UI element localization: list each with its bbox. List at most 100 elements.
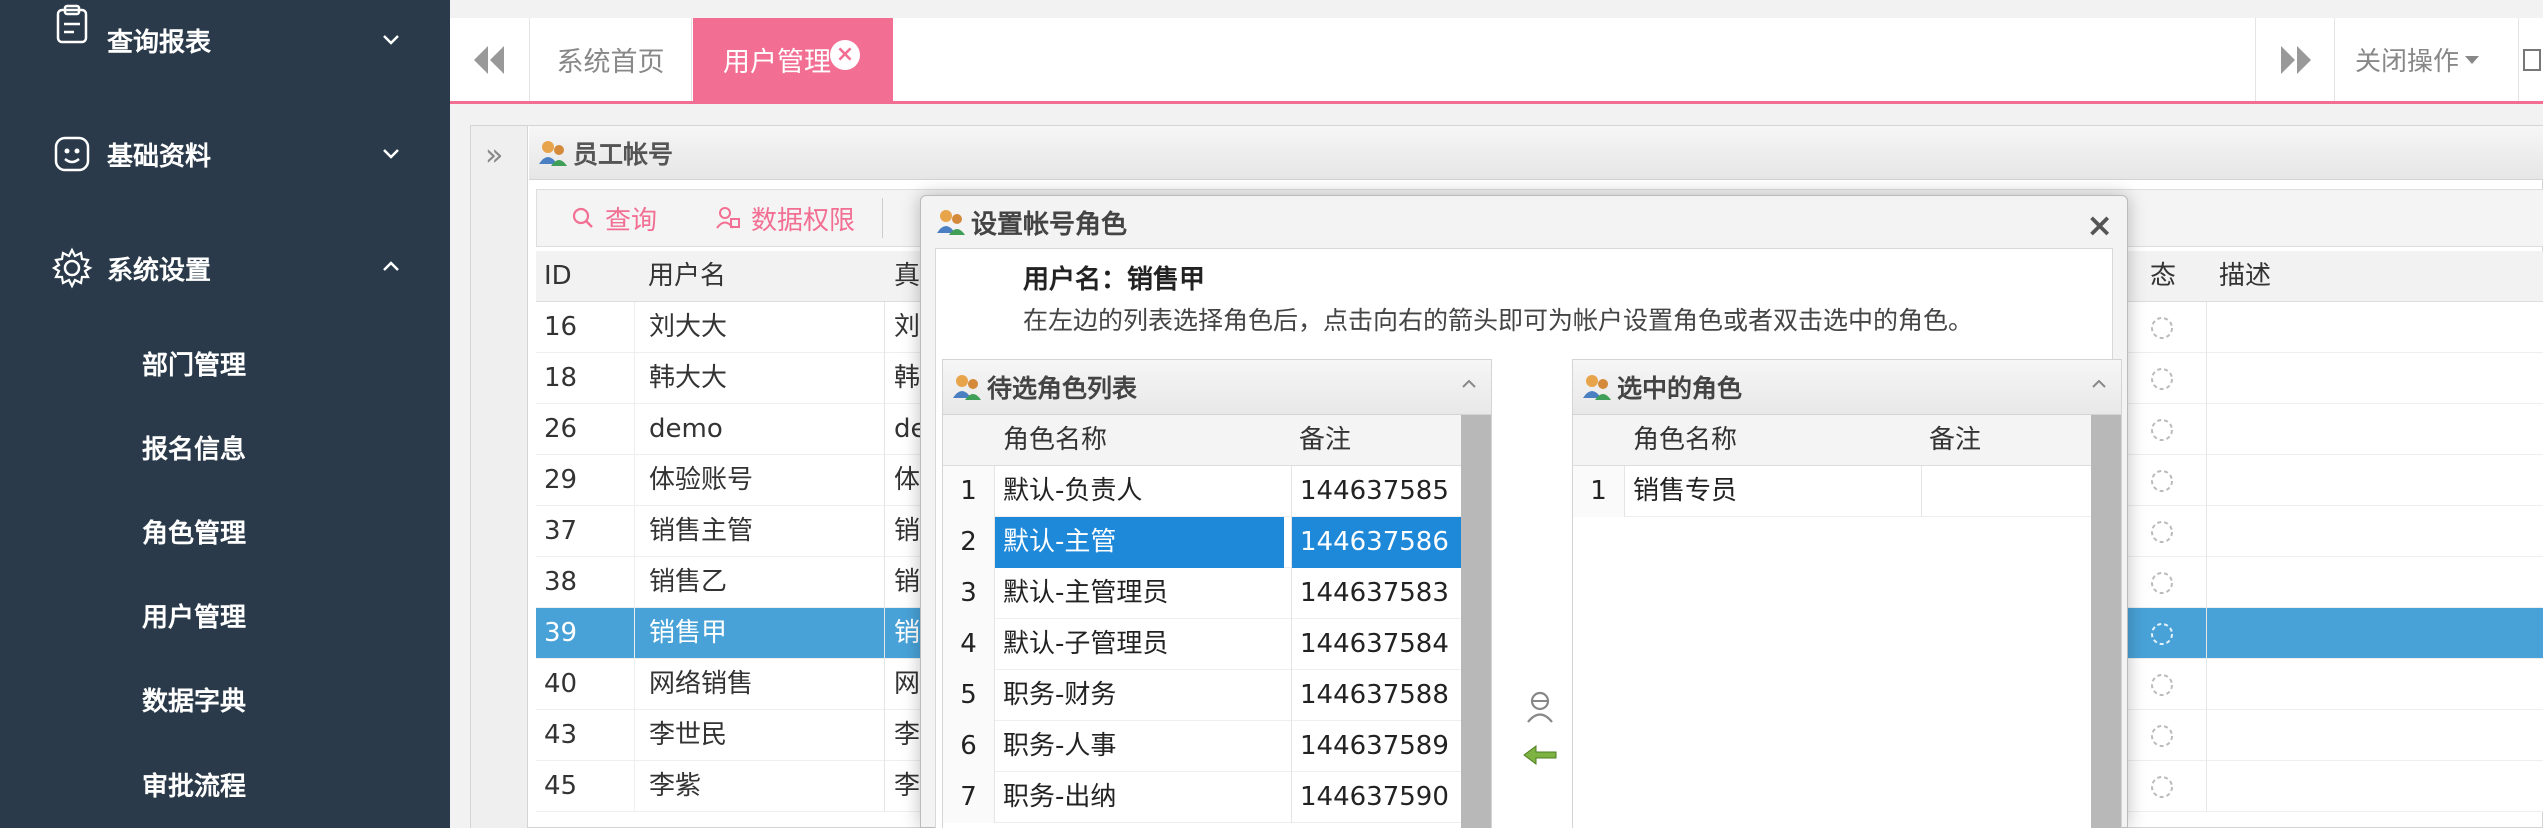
status-toggle-icon[interactable] [2148, 314, 2176, 342]
column-divider [884, 659, 885, 710]
row-number: 4 [943, 619, 995, 670]
role-note: 144637589 [1291, 721, 1461, 772]
users-icon [937, 210, 965, 235]
close-operations-label: 关闭操作 [2355, 47, 2460, 77]
chevron-up-icon[interactable] [1459, 374, 1479, 394]
row-number: 6 [943, 721, 995, 772]
sidebar: 查询报表 基础资料 系统设置 部门管理 报名信息 角色管理 用户管理 数据字典 … [0, 0, 450, 828]
menu-group-label: 查询报表 [107, 28, 212, 58]
role-name: 默认-主管 [995, 517, 1284, 568]
tab-scroll-right-button[interactable] [2255, 18, 2335, 101]
menu-group-system-settings[interactable]: 系统设置 [0, 228, 450, 308]
arrow-left-icon[interactable] [1522, 743, 1558, 767]
tab-home[interactable]: 系统首页 [530, 18, 692, 101]
list-item[interactable]: 4 默认-子管理员 144637584 [943, 619, 1461, 670]
set-account-role-dialog: 设置帐号角色 × 用户名：销售甲 在左边的列表选择角色后，点击向右的箭头即可为帐… [920, 195, 2128, 828]
status-toggle-icon[interactable] [2148, 416, 2176, 444]
column-divider [884, 404, 885, 455]
scrollbar[interactable] [1461, 415, 1491, 828]
sidebar-item-department[interactable]: 部门管理 [142, 345, 246, 382]
sidebar-item-users[interactable]: 用户管理 [142, 597, 246, 634]
role-name: 默认-负责人 [1003, 476, 1143, 506]
col-header-role-name[interactable]: 角色名称 [1003, 415, 1107, 466]
user-agent-icon[interactable] [1522, 689, 1558, 725]
col-header-id[interactable]: ID [544, 251, 572, 302]
users-icon [539, 140, 567, 166]
list-item[interactable]: 1 销售专员 [1573, 466, 2091, 517]
col-header-description[interactable]: 描述 [2219, 251, 2271, 302]
role-name: 职务-出纳 [1003, 782, 1117, 812]
close-icon[interactable]: × [2086, 206, 2113, 244]
move-buttons [1522, 689, 1562, 771]
status-toggle-icon[interactable] [2148, 671, 2176, 699]
tab-user-management[interactable]: 用户管理 × [693, 18, 893, 101]
column-divider [884, 302, 885, 353]
sidebar-item-dictionary[interactable]: 数据字典 [142, 681, 246, 718]
col-header-status[interactable]: 态 [2150, 251, 2176, 302]
status-toggle-icon[interactable] [2148, 773, 2176, 801]
col-header-note[interactable]: 备注 [1929, 415, 1981, 466]
panel-title: 员工帐号 [573, 139, 674, 169]
query-button[interactable]: 查询 [571, 198, 657, 238]
user-permission-icon [716, 207, 740, 229]
col-header-realname[interactable]: 真 [894, 251, 920, 302]
col-header-role-name[interactable]: 角色名称 [1633, 415, 1737, 466]
list-item[interactable]: 1 默认-负责人 144637585 [943, 466, 1461, 517]
list-item[interactable]: 7 职务-出纳 144637590 [943, 772, 1461, 823]
tab-close-icon[interactable]: × [830, 40, 860, 70]
status-toggle-icon[interactable] [2148, 467, 2176, 495]
sidebar-item-registration[interactable]: 报名信息 [142, 429, 246, 466]
scrollbar[interactable] [2091, 415, 2121, 828]
menu-group-label: 基础资料 [107, 142, 212, 172]
available-roles-title: 待选角色列表 [987, 374, 1138, 403]
status-toggle-icon[interactable] [2148, 620, 2176, 648]
chevron-up-icon[interactable] [2089, 374, 2109, 394]
close-operations-dropdown[interactable]: 关闭操作 [2355, 18, 2480, 101]
query-label: 查询 [605, 205, 658, 236]
role-note [1921, 466, 2091, 517]
list-item[interactable]: 6 职务-人事 144637589 [943, 721, 1461, 772]
col-header-note[interactable]: 备注 [1299, 415, 1351, 466]
cell-id: 39 [544, 618, 578, 648]
cell-username: 销售主管 [634, 506, 864, 557]
role-note: 144637583 [1291, 568, 1461, 619]
chevron-up-icon [383, 261, 399, 271]
menu-group-basic-data[interactable]: 基础资料 [0, 114, 450, 194]
dialog-titlebar[interactable]: 设置帐号角色 [921, 196, 2127, 248]
column-divider [2206, 302, 2207, 353]
role-note: 144637590 [1291, 772, 1461, 823]
row-number: 3 [943, 568, 995, 619]
dialog-username: 用户名：销售甲 [1023, 265, 1206, 295]
data-permission-button[interactable]: 数据权限 [715, 198, 855, 238]
list-item[interactable]: 2 默认-主管 144637586 [943, 517, 1461, 568]
cell-id: 18 [544, 363, 578, 393]
status-toggle-icon[interactable] [2148, 518, 2176, 546]
sidebar-item-roles[interactable]: 角色管理 [142, 513, 246, 550]
cell-username: demo [634, 404, 864, 455]
basic-data-icon [54, 136, 90, 172]
tab-home-label: 系统首页 [556, 47, 665, 78]
list-item[interactable]: 5 职务-财务 144637588 [943, 670, 1461, 721]
status-toggle-icon[interactable] [2148, 365, 2176, 393]
col-header-username[interactable]: 用户名 [648, 251, 726, 302]
double-chevron-left-icon [473, 45, 504, 74]
expand-panel-button[interactable]: » [471, 126, 528, 828]
available-roles-columns: 角色名称 备注 [943, 415, 1461, 466]
fullscreen-icon[interactable] [2518, 18, 2543, 101]
cell-username: 刘大大 [634, 302, 864, 353]
selected-roles-header: 选中的角色 [1573, 360, 2121, 415]
menu-group-reports[interactable]: 查询报表 [0, 0, 450, 80]
sidebar-item-approval[interactable]: 审批流程 [142, 766, 246, 803]
cell-id: 29 [544, 465, 578, 495]
row-number: 2 [943, 517, 995, 568]
cell-username: 销售乙 [634, 557, 864, 608]
status-toggle-icon[interactable] [2148, 569, 2176, 597]
column-divider [2206, 608, 2207, 659]
tab-scroll-left-button[interactable] [450, 18, 530, 101]
column-divider [884, 353, 885, 404]
status-toggle-icon[interactable] [2148, 722, 2176, 750]
double-chevron-right-icon: » [485, 138, 504, 173]
list-item[interactable]: 3 默认-主管理员 144637583 [943, 568, 1461, 619]
cell-username: 李世民 [634, 710, 864, 761]
role-note: 144637584 [1291, 619, 1461, 670]
